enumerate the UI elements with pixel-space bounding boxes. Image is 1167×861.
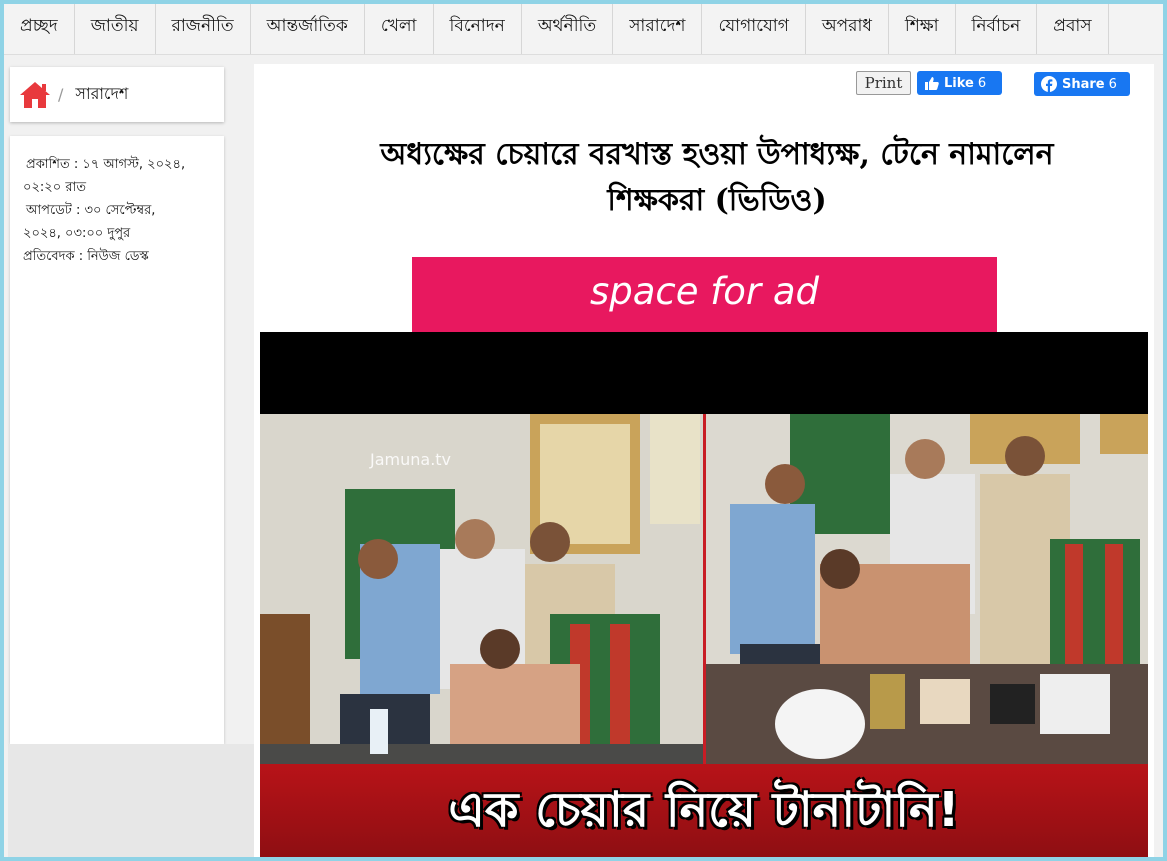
nav-item-contact[interactable]: যোগাযোগ: [702, 4, 806, 54]
nav-item-home[interactable]: প্রচ্ছদ: [4, 4, 75, 54]
like-count: 6: [977, 75, 987, 91]
like-label: Like: [944, 75, 974, 91]
print-button[interactable]: Print: [856, 71, 911, 95]
video-player[interactable]: Jamuna.tv এক চেয়ার নিয়ে টানাটানি!: [260, 332, 1148, 857]
left-column-bottom: [8, 744, 254, 857]
published-time: ০২:২০ রাত: [23, 180, 86, 195]
facebook-icon: [1041, 76, 1057, 92]
nav-item-countrywide[interactable]: সারাদেশ: [613, 4, 703, 54]
breadcrumb: / সারাদেশ: [10, 67, 224, 122]
top-nav: প্রচ্ছদ জাতীয় রাজনীতি আন্তর্জাতিক খেলা …: [4, 4, 1163, 55]
nav-item-national[interactable]: জাতীয়: [75, 4, 156, 54]
article-meta: প্রকাশিত : ১৭ আগস্ট, ২০২৪, ০২:২০ রাত আপড…: [10, 136, 224, 744]
nav-item-international[interactable]: আন্তর্জাতিক: [251, 4, 365, 54]
updated-date: আপডেট : ৩০ সেপ্টেম্বর,: [26, 203, 156, 218]
thumbs-up-icon: [925, 77, 939, 90]
facebook-share-button[interactable]: Share 6: [1034, 72, 1130, 96]
ad-banner[interactable]: space for ad: [412, 257, 997, 332]
nav-item-education[interactable]: শিক্ষা: [889, 4, 956, 54]
video-caption: এক চেয়ার নিয়ে টানাটানি!: [448, 782, 960, 838]
nav-item-politics[interactable]: রাজনীতি: [156, 4, 251, 54]
updated-time: ২০২৪, ০৩:০০ দুপুর: [23, 226, 131, 241]
nav-item-expatriate[interactable]: প্রবাস: [1037, 4, 1109, 54]
nav-item-entertainment[interactable]: বিনোদন: [434, 4, 522, 54]
article-main: Print Like 6 Share 6 অধ্যক্ষের চেয়ারে ব…: [254, 64, 1154, 857]
headline-line-2: শিক্ষকরা (ভিডিও): [607, 183, 827, 218]
nav-item-crime[interactable]: অপরাধ: [806, 4, 889, 54]
breadcrumb-separator: /: [58, 85, 64, 104]
reporter: প্রতিবেদক : নিউজ ডেস্ক: [23, 249, 149, 264]
breadcrumb-current[interactable]: সারাদেশ: [75, 81, 128, 108]
article-headline: অধ্যক্ষের চেয়ারে বরখাস্ত হওয়া উপাধ্যক্…: [294, 132, 1140, 224]
video-watermark: Jamuna.tv: [370, 450, 452, 469]
page-frame: প্রচ্ছদ জাতীয় রাজনীতি আন্তর্জাতিক খেলা …: [4, 4, 1163, 857]
nav-item-election[interactable]: নির্বাচন: [956, 4, 1038, 54]
share-label: Share: [1062, 76, 1105, 92]
nav-item-economy[interactable]: অর্থনীতি: [522, 4, 614, 54]
nav-item-sports[interactable]: খেলা: [365, 4, 434, 54]
headline-line-1: অধ্যক্ষের চেয়ারে বরখাস্ত হওয়া উপাধ্যক্…: [380, 137, 1054, 172]
share-count: 6: [1108, 76, 1117, 92]
facebook-like-button[interactable]: Like 6: [917, 71, 1002, 95]
published-date: প্রকাশিত : ১৭ আগস্ট, ২০২৪,: [26, 157, 186, 172]
home-icon[interactable]: [18, 80, 52, 110]
